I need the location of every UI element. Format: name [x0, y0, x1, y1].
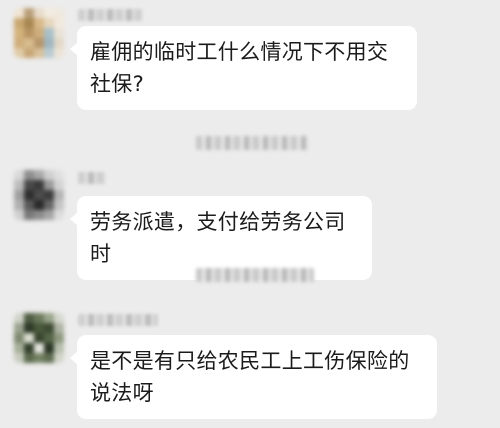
message-text: 是不是有只给农民工上工伤保险的说法呀 — [90, 349, 410, 405]
message-bubble[interactable]: 雇佣的临时工什么情况下不用交社保? — [70, 26, 417, 110]
timestamp-blurred — [196, 136, 308, 150]
message-row: 劳务派遣，支付给劳务公司时 — [0, 160, 500, 280]
sender-name-blurred — [78, 314, 158, 326]
message-bubble[interactable]: 是不是有只给农民工上工伤保险的说法呀 — [70, 335, 437, 419]
chat-window: 雇佣的临时工什么情况下不用交社保? 劳务派遣，支付给劳务公司时 是不是有只给农民… — [0, 0, 500, 428]
message-row: 是不是有只给农民工上工伤保险的说法呀 — [0, 300, 500, 428]
avatar[interactable] — [14, 170, 64, 220]
message-text: 劳务派遣，支付给劳务公司时 — [90, 210, 346, 266]
avatar[interactable] — [14, 8, 64, 58]
avatar[interactable] — [14, 313, 64, 363]
timestamp-blurred — [196, 268, 314, 282]
message-text: 雇佣的临时工什么情况下不用交社保? — [90, 40, 389, 96]
sender-name-blurred — [78, 172, 106, 184]
message-row: 雇佣的临时工什么情况下不用交社保? — [0, 0, 500, 120]
sender-name-blurred — [78, 9, 142, 21]
